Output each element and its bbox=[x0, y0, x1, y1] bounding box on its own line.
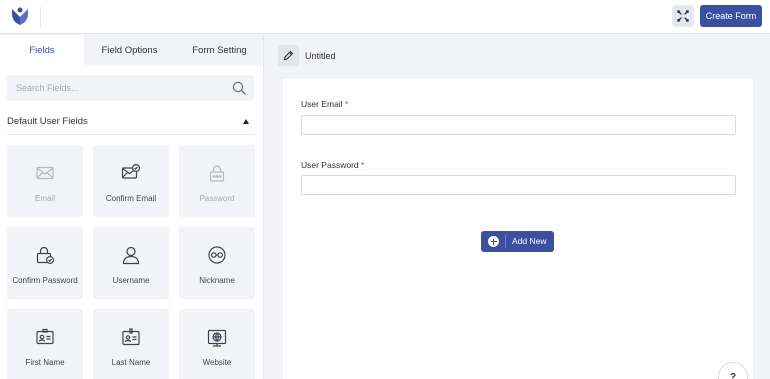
search-icon[interactable] bbox=[232, 81, 246, 95]
field-label: Username bbox=[112, 276, 150, 285]
required-marker: * bbox=[361, 160, 365, 170]
divider bbox=[40, 7, 41, 27]
label-text: User Email bbox=[301, 99, 343, 109]
mask-icon bbox=[208, 246, 226, 264]
website-icon bbox=[207, 329, 227, 347]
section-title: Default User Fields bbox=[7, 116, 88, 127]
field-label: First Name bbox=[25, 358, 65, 367]
form-canvas: User Email * User Password * Add New bbox=[283, 79, 753, 379]
field-label: Last Name bbox=[111, 358, 151, 367]
user-password-field[interactable] bbox=[301, 175, 736, 195]
field-first-name[interactable]: First Name bbox=[7, 309, 83, 379]
field-label: Confirm Email bbox=[105, 194, 157, 203]
field-label: Password bbox=[199, 194, 235, 203]
tab-form-setting[interactable]: Form Setting bbox=[175, 35, 263, 65]
lock-check-icon bbox=[36, 246, 55, 265]
pencil-icon bbox=[283, 50, 294, 61]
field-label: Website bbox=[202, 358, 232, 367]
search-box bbox=[7, 75, 254, 101]
field-label: Email bbox=[34, 194, 55, 203]
add-new-label: Add New bbox=[512, 236, 547, 246]
field-username[interactable]: Username bbox=[93, 227, 169, 299]
field-label: Nickname bbox=[199, 276, 235, 285]
field-confirm-password[interactable]: Confirm Password bbox=[7, 227, 83, 299]
field-confirm-email[interactable]: Confirm Email bbox=[93, 145, 169, 217]
field-password[interactable]: Password bbox=[179, 145, 255, 217]
envelope-check-icon bbox=[121, 163, 141, 179]
sidebar: Fields Field Options Form Setting Defaul… bbox=[0, 35, 264, 379]
id-badge-icon bbox=[122, 328, 140, 346]
field-last-name[interactable]: Last Name bbox=[93, 309, 169, 379]
app-logo[interactable] bbox=[9, 5, 31, 27]
user-password-label: User Password * bbox=[301, 160, 364, 170]
required-marker: * bbox=[344, 99, 349, 109]
field-email[interactable]: Email bbox=[7, 145, 83, 217]
user-icon bbox=[122, 246, 140, 265]
section-toggle-default-user-fields[interactable]: Default User Fields bbox=[7, 109, 254, 135]
divider bbox=[505, 235, 506, 248]
edit-title-button[interactable] bbox=[278, 45, 299, 66]
lock-icon bbox=[209, 165, 225, 182]
sidebar-tabs: Fields Field Options Form Setting bbox=[0, 35, 263, 65]
tab-field-options[interactable]: Field Options bbox=[84, 35, 175, 65]
form-title[interactable]: Untitled bbox=[305, 51, 336, 61]
field-label: Confirm Password bbox=[12, 276, 78, 285]
id-card-icon bbox=[36, 328, 54, 345]
add-new-button[interactable]: Add New bbox=[481, 231, 554, 252]
user-email-field[interactable] bbox=[301, 115, 736, 135]
plus-circle-icon bbox=[488, 236, 499, 247]
tab-fields[interactable]: Fields bbox=[0, 35, 84, 65]
field-website[interactable]: Website bbox=[179, 309, 255, 379]
create-form-button[interactable]: Create Form bbox=[700, 5, 762, 27]
fullscreen-button[interactable] bbox=[672, 5, 694, 27]
user-email-label: User Email * bbox=[301, 99, 348, 109]
caret-up-icon bbox=[243, 119, 249, 124]
search-input[interactable] bbox=[7, 75, 227, 101]
top-bar: Create Form bbox=[0, 0, 770, 34]
envelope-icon bbox=[36, 166, 54, 180]
label-text: User Password bbox=[301, 160, 359, 170]
field-nickname[interactable]: Nickname bbox=[179, 227, 255, 299]
expand-icon bbox=[677, 10, 689, 22]
